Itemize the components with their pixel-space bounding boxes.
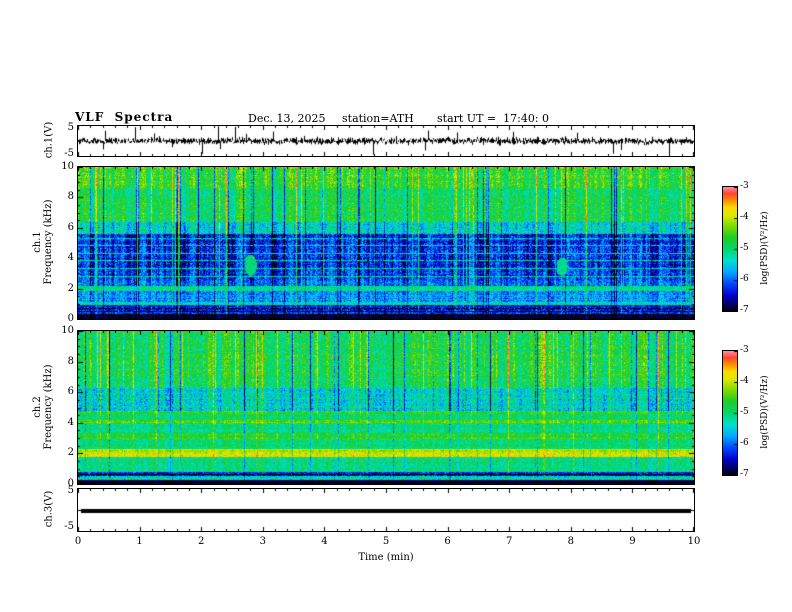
spec2-y-tick-label: 8 [67, 355, 74, 367]
wave3-y-tick-label: 5 [67, 485, 74, 496]
x-tick-label: 3 [259, 536, 266, 547]
spec1-y-tick-label: 0 [67, 313, 74, 324]
x-tick-label: 5 [382, 536, 390, 547]
colorbar2-tick-label: -6 [740, 438, 749, 448]
colorbar2-tick-label: -4 [740, 376, 749, 386]
ch1-label-line1: ch.1 [32, 231, 43, 253]
time-axis-label: Time (min) [358, 552, 414, 563]
colorbar-ch1 [722, 186, 738, 312]
ch1-label-line2: Frequency (kHz) [43, 199, 54, 285]
spec2-y-tick-label: 2 [67, 447, 74, 459]
spec1-y-tick-label: 10 [61, 161, 74, 172]
vlf-spectra-figure: VLF Spectra Dec. 13, 2025 station=ATH st… [0, 0, 792, 612]
wave1-y-tick-label: 5 [67, 122, 74, 133]
colorbar1-tick-label: -7 [740, 305, 749, 315]
plot-date: Dec. 13, 2025 [248, 112, 326, 125]
spec1-y-tick-label: 2 [67, 282, 74, 294]
x-tick-label: 2 [198, 536, 205, 547]
colorbar1-tick-label: -3 [740, 181, 749, 191]
ch2-spectrogram-canvas [78, 331, 694, 484]
colorbar1-tick-label: -5 [740, 243, 749, 253]
colorbar-ch2-canvas [723, 351, 737, 475]
ch1-waveform-panel [77, 125, 695, 157]
plot-station: station=ATH [342, 112, 414, 125]
x-tick-label: 9 [629, 536, 636, 547]
wave3-y-tick-label: -5 [64, 521, 74, 532]
plot-title: VLF Spectra [75, 110, 174, 124]
spec1-y-tick-label: 8 [67, 191, 74, 203]
colorbar1-tick-label: -4 [740, 212, 749, 222]
wave1-y-tick-label: -5 [64, 148, 74, 159]
x-tick-label: 6 [444, 536, 451, 547]
ch1-frequency-axis-label: ch.1 Frequency (kHz) [32, 199, 54, 284]
ch3-waveform-canvas [78, 489, 694, 531]
x-tick-label: 1 [136, 536, 143, 547]
ch1-spectrogram-panel [77, 166, 695, 320]
colorbar-ch1-label: log(PSD)(V²/Hz) [760, 211, 770, 285]
colorbar-ch2-label: log(PSD)(V²/Hz) [760, 375, 770, 449]
ch2-frequency-axis-label: ch.2 Frequency (kHz) [32, 364, 54, 449]
spec2-y-tick-label: 4 [67, 416, 74, 428]
x-tick-label: 7 [506, 536, 513, 547]
colorbar1-tick-label: -6 [740, 274, 749, 284]
spec2-y-tick-label: 6 [67, 386, 74, 398]
plot-start-ut: start UT = 17:40: 0 [437, 112, 550, 125]
spec1-y-tick-label: 4 [67, 252, 74, 264]
spec1-y-tick-label: 6 [67, 221, 74, 233]
colorbar-ch2 [722, 350, 738, 476]
x-tick-label: 0 [74, 536, 82, 547]
colorbar2-tick-label: -3 [740, 345, 749, 355]
ch2-label-line2: Frequency (kHz) [43, 364, 54, 450]
x-tick-label: 4 [321, 536, 328, 547]
ch1-waveform-canvas [78, 126, 694, 156]
spec2-y-tick-label: 10 [61, 325, 74, 336]
colorbar-ch1-canvas [723, 187, 737, 311]
ch2-label-line1: ch.2 [32, 396, 43, 418]
colorbar2-tick-label: -7 [740, 469, 749, 479]
ch3-waveform-panel [77, 488, 695, 532]
x-tick-label: 8 [567, 536, 574, 547]
ch1-spectrogram-canvas [78, 167, 694, 319]
colorbar2-tick-label: -5 [740, 407, 749, 417]
x-tick-label: 10 [687, 536, 701, 547]
ch2-spectrogram-panel [77, 330, 695, 485]
